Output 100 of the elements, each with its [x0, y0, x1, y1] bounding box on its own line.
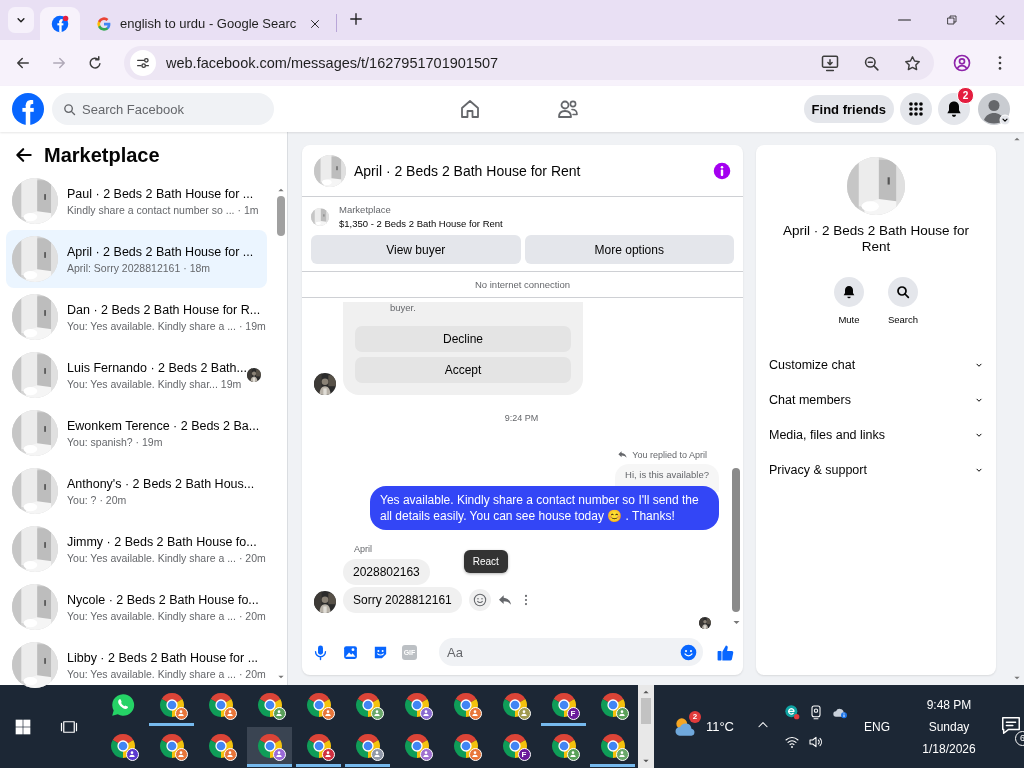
- offer-button[interactable]: Accept: [355, 357, 571, 383]
- find-friends-button[interactable]: Find friends: [803, 95, 894, 123]
- star-icon[interactable]: [903, 53, 922, 73]
- security-icon[interactable]: [784, 703, 800, 720]
- google-favicon-icon: [96, 15, 112, 32]
- notifications-button[interactable]: [938, 93, 970, 125]
- conversation-item[interactable]: Jimmy · 2 Beds 2 Bath House fo... You: Yes available. Kindly share a ... · 20m: [6, 520, 267, 578]
- conversation-title: Ewonkem Terence · 2 Beds 2 Ba...: [67, 418, 261, 433]
- browser-tab[interactable]: [40, 7, 80, 40]
- taskbar-button[interactable]: F: [492, 727, 537, 767]
- message-time: · 20m: [238, 667, 266, 680]
- conversation-title: Dan · 2 Beds 2 Bath House for R...: [67, 302, 261, 317]
- message-time: · 1m: [237, 203, 259, 216]
- message-time: 19m: [220, 377, 242, 390]
- up-arrow-icon[interactable]: [642, 688, 650, 696]
- emoji-icon[interactable]: [680, 644, 697, 661]
- message-icon: [1000, 714, 1022, 736]
- sliders-icon: [135, 55, 151, 71]
- scrollbar-thumb[interactable]: [732, 468, 740, 612]
- facebook-logo-icon[interactable]: [12, 93, 44, 125]
- listing-button[interactable]: More options: [524, 235, 734, 264]
- conversation-item[interactable]: Nycole · 2 Beds 2 Bath House fo... You: Yes available. Kindly share a ... · 20m: [6, 578, 267, 636]
- conversation-item[interactable]: Libby · 2 Beds 2 Bath House for ... You: Yes available. Kindly share a ... · 20m: [6, 636, 267, 694]
- conversation-item[interactable]: Ewonkem Terence · 2 Beds 2 Ba... You: spanish? · 19m: [6, 404, 267, 462]
- accordion-item[interactable]: Customize chat: [756, 347, 996, 382]
- message-preview: You: Yes available. Kindly share a ...: [67, 551, 236, 564]
- reply-icon: [617, 449, 629, 460]
- weather-badge: 2: [688, 710, 701, 723]
- clock-date[interactable]: 1/18/2026: [922, 741, 976, 756]
- offer-button[interactable]: Decline: [355, 326, 571, 352]
- profile-icon[interactable]: [952, 53, 972, 73]
- scrollbar-thumb[interactable]: [641, 698, 651, 724]
- account-avatar-icon[interactable]: [978, 93, 1010, 125]
- taskbar-button[interactable]: F: [541, 686, 586, 726]
- conversation-title: April · 2 Beds 2 Bath House for ...: [67, 244, 255, 259]
- reload-icon: [86, 54, 104, 72]
- listing-label: Marketplace: [339, 204, 392, 215]
- chat-title: April · 2 Beds 2 Bath House for Rent: [354, 162, 582, 179]
- back-arrow-icon[interactable]: [14, 145, 34, 165]
- conversation-item[interactable]: Anthony's · 2 Beds 2 Bath Hous... You: ? · 20m: [6, 462, 267, 520]
- accordion-item[interactable]: Privacy & support: [756, 452, 996, 487]
- microphone-icon[interactable]: [312, 643, 329, 661]
- search-icon: [62, 102, 77, 117]
- notification-badge: 2: [957, 87, 974, 104]
- browser-tab[interactable]: english to urdu - Google Searc: [86, 7, 332, 40]
- listing-title[interactable]: $1,350 - 2 Beds 2 Bath House for Rent: [339, 218, 503, 229]
- conversation-title: Jimmy · 2 Beds 2 Bath House fo...: [67, 534, 258, 549]
- down-arrow-icon[interactable]: [277, 673, 285, 681]
- camera-icon[interactable]: [808, 703, 824, 720]
- clock-day[interactable]: Sunday: [928, 719, 970, 734]
- conversation-title: Paul · 2 Beds 2 Bath House for ...: [67, 186, 255, 201]
- accordion-item[interactable]: Media, files and links: [756, 417, 996, 452]
- weather-button[interactable]: 2: [671, 713, 698, 740]
- language-indicator[interactable]: ENG: [864, 719, 890, 734]
- notification-count: 6: [1015, 730, 1024, 746]
- install-icon[interactable]: [820, 53, 840, 73]
- down-arrow-icon[interactable]: [642, 757, 650, 765]
- conversation-item[interactable]: April · 2 Beds 2 Bath House for ... April: Sorry 2028812161 · 18m: [6, 230, 267, 288]
- conversation-title: Anthony's · 2 Beds 2 Bath Hous...: [67, 476, 256, 491]
- smiley-icon: [471, 592, 488, 608]
- search-field[interactable]: Search Facebook: [52, 93, 274, 125]
- down-arrow-icon[interactable]: [731, 618, 741, 627]
- info-icon[interactable]: [713, 161, 731, 180]
- clock-time[interactable]: 9:48 PM: [926, 697, 972, 712]
- react-button[interactable]: [468, 589, 491, 611]
- down-arrow-icon[interactable]: [1013, 674, 1021, 682]
- taskbar-button[interactable]: [247, 727, 292, 767]
- search-icon: [895, 284, 911, 300]
- tooltip: React: [463, 550, 508, 573]
- listing-button[interactable]: View buyer: [311, 235, 521, 264]
- message-timestamp: 9:24 PM: [503, 413, 540, 423]
- received-message: 2028802163: [343, 559, 430, 585]
- conversation-item[interactable]: Luis Fernando · 2 Beds 2 Bath... You: Yes available. Kindly shar... 19m: [6, 346, 267, 404]
- conversation-title: Nycole · 2 Beds 2 Bath House fo...: [67, 592, 260, 607]
- image-icon[interactable]: [342, 643, 359, 661]
- up-arrow-icon[interactable]: [1013, 135, 1021, 143]
- scrollbar[interactable]: [638, 685, 654, 768]
- message-time: · 18m: [183, 261, 211, 274]
- sender-name: April: [354, 544, 373, 554]
- reply-label: You replied to April: [632, 449, 707, 460]
- apps-button[interactable]: [900, 93, 932, 125]
- message-time: · 20m: [238, 609, 266, 622]
- plus-icon: [347, 10, 365, 28]
- up-arrow-icon[interactable]: [277, 186, 285, 194]
- scrollbar-thumb[interactable]: [277, 196, 285, 236]
- offer-text: buyer.: [389, 302, 417, 313]
- message-preview: April: Sorry 2028812161: [67, 261, 181, 274]
- message-preview: You: Yes available. Kindly share a ...: [67, 319, 236, 332]
- message-time: · 19m: [238, 319, 266, 332]
- site-info-button[interactable]: [130, 50, 156, 76]
- facebook-favicon-icon: [51, 14, 69, 33]
- conversation-item[interactable]: Paul · 2 Beds 2 Bath House for ... Kindly share a contact number so ... · 1m: [6, 172, 267, 230]
- conversation-item[interactable]: Dan · 2 Beds 2 Bath House for R... You: Yes available. Kindly share a ... · 19m: [6, 288, 267, 346]
- chat-bubble-icon: [109, 691, 136, 718]
- accordion-item[interactable]: Chat members: [756, 382, 996, 417]
- message-field[interactable]: Aa: [439, 638, 703, 666]
- message-preview: You: spanish?: [67, 435, 133, 448]
- message-preview: You: ?: [67, 493, 97, 506]
- message-preview: You: Yes available. Kindly shar...: [67, 377, 218, 390]
- temperature: 11°C: [705, 719, 734, 734]
